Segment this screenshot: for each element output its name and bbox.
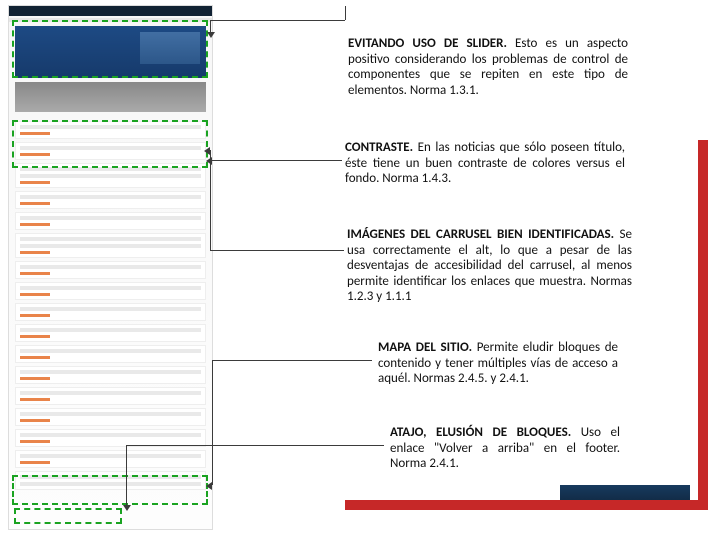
highlight-carousel: [12, 120, 208, 168]
highlight-back-to-top: [14, 508, 122, 524]
highlight-hero: [12, 20, 208, 78]
annotation-carrusel-lead: IMÁGENES DEL CARRUSEL BIEN IDENTIFICADAS…: [347, 227, 614, 242]
thumb-section: [15, 450, 206, 468]
thumb-section: [15, 408, 206, 426]
annotation-mapa-lead: MAPA DEL SITIO.: [378, 340, 472, 355]
thumb-topbar: [9, 6, 212, 16]
thumb-section: [15, 191, 206, 209]
thumb-hero-secondary: [15, 82, 206, 112]
thumb-section: [15, 324, 206, 342]
annotation-atajo: ATAJO, ELUSIÓN DE BLOQUES. Uso el enlace…: [390, 425, 620, 472]
thumb-section: [15, 345, 206, 363]
thumb-section: [15, 366, 206, 384]
thumb-section: [15, 387, 206, 405]
thumb-list: [9, 116, 212, 499]
annotation-slider-lead: EVITANDO USO DE SLIDER.: [348, 36, 507, 51]
annotation-mapa: MAPA DEL SITIO. Permite eludir bloques d…: [378, 340, 618, 387]
thumb-section: [15, 212, 206, 230]
thumb-section: [15, 233, 206, 258]
red-bar-right: [698, 140, 708, 510]
annotation-slider: EVITANDO USO DE SLIDER. Esto es un aspec…: [348, 36, 628, 98]
highlight-footer-links: [12, 475, 208, 505]
slide: EVITANDO USO DE SLIDER. Esto es un aspec…: [0, 0, 720, 540]
annotation-contraste: CONTRASTE. En las noticias que sólo pose…: [345, 140, 625, 187]
red-bar-bottom: [345, 500, 698, 510]
webpage-thumbnail: [8, 5, 213, 530]
thumb-section: [15, 282, 206, 300]
annotation-atajo-lead: ATAJO, ELUSIÓN DE BLOQUES.: [390, 425, 571, 440]
thumb-section: [15, 261, 206, 279]
annotation-carrusel: IMÁGENES DEL CARRUSEL BIEN IDENTIFICADAS…: [347, 227, 632, 305]
thumb-section: [15, 303, 206, 321]
annotation-contraste-lead: CONTRASTE.: [345, 140, 413, 155]
